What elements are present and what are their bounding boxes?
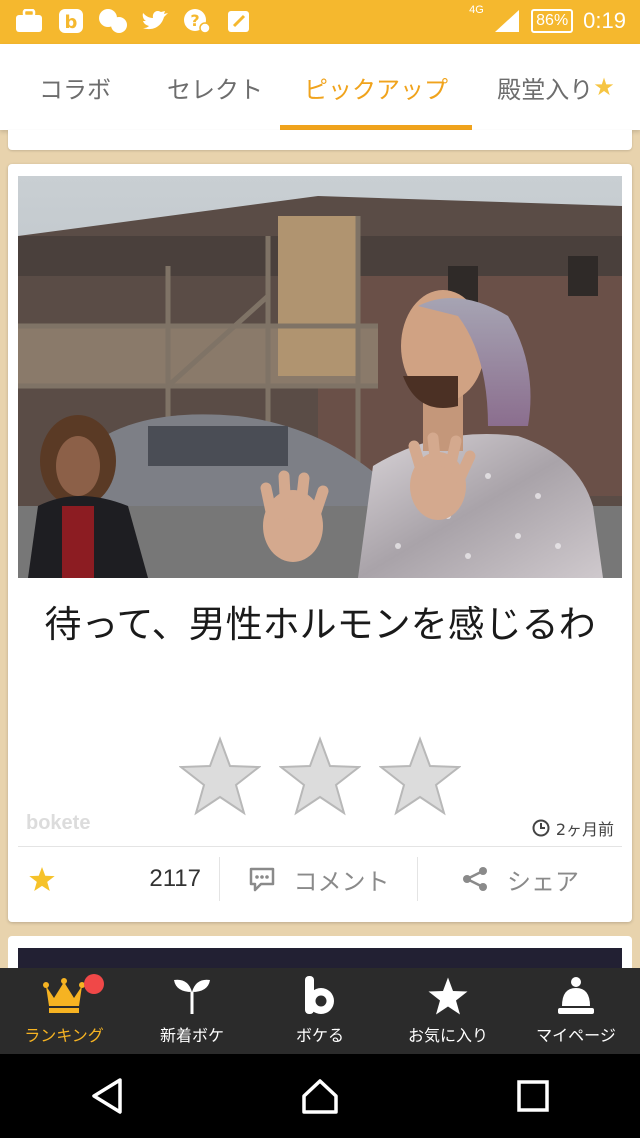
bokete-notification-icon: b — [56, 8, 86, 34]
status-right: 4G 86% 0:19 — [469, 4, 626, 34]
nav-label: ボケる — [295, 1026, 344, 1045]
clock: 0:19 — [583, 8, 626, 33]
rate-star-1-icon[interactable] — [179, 736, 261, 816]
chat-notification-icon — [98, 8, 128, 34]
category-tabs: コラボ セレクト ピックアップ 殿堂入り ★ — [0, 44, 640, 130]
nav-new-bokes[interactable]: 新着ボケ — [128, 968, 256, 1054]
post-time: 2ヶ月前 — [532, 816, 614, 840]
recent-apps-icon — [517, 1080, 550, 1112]
network-type: 4G — [469, 4, 484, 16]
rating-stars — [8, 736, 632, 816]
tab-collabo[interactable]: コラボ — [0, 44, 150, 130]
share-icon — [463, 867, 487, 891]
post-caption: 待って、男性ホルモンを感じるわ — [44, 603, 596, 646]
previous-post-card[interactable] — [8, 130, 632, 150]
back-button[interactable] — [77, 1066, 137, 1126]
svg-text:?: ? — [190, 11, 199, 30]
post-card: 待って、男性ホルモンを感じるわ bokete 2ヶ月前 2117 コメント シェ… — [8, 164, 632, 922]
nav-label: 新着ボケ — [159, 1026, 224, 1045]
crown-icon — [43, 976, 85, 1016]
clock-icon — [532, 819, 550, 837]
tab-label: セレクト — [167, 75, 263, 104]
rate-star-3-icon[interactable] — [379, 736, 461, 816]
nav-label: ランキング — [24, 1026, 104, 1045]
time-ago-label: 2ヶ月前 — [555, 820, 614, 839]
notification-icons: b ? — [14, 8, 254, 34]
signal-icon: 4G — [469, 4, 521, 34]
back-triangle-icon — [91, 1078, 122, 1114]
system-navigation — [0, 1054, 640, 1138]
favorite-star-icon — [29, 866, 55, 892]
bell-icon — [558, 976, 594, 1016]
comment-label: コメント — [293, 867, 390, 896]
divider — [18, 846, 622, 847]
rate-star-2-icon[interactable] — [279, 736, 361, 816]
question-notification-icon: ? — [182, 8, 212, 34]
nav-favorites[interactable]: お気に入り — [384, 968, 512, 1054]
tab-select[interactable]: セレクト — [150, 44, 280, 130]
favorite-button[interactable]: 2117 — [18, 857, 220, 901]
share-button[interactable]: シェア — [418, 857, 622, 901]
share-label: シェア — [507, 867, 579, 896]
tab-pickup[interactable]: ピックアップ — [280, 44, 472, 130]
post-actions: 2117 コメント シェア — [18, 848, 622, 910]
tab-hall-of-fame[interactable]: 殿堂入り ★ — [472, 44, 640, 130]
favorite-count: 2117 — [149, 865, 201, 892]
home-icon — [302, 1079, 338, 1114]
post-photo[interactable] — [18, 176, 622, 578]
tab-label: コラボ — [39, 75, 111, 104]
twitter-notification-icon — [140, 8, 170, 34]
nav-label: お気に入り — [407, 1026, 488, 1045]
bokete-watermark-logo: bokete — [26, 812, 91, 834]
home-button[interactable] — [290, 1066, 350, 1126]
nav-label: マイページ — [536, 1026, 616, 1045]
nav-ranking[interactable]: ランキング — [0, 968, 128, 1054]
comment-icon — [249, 867, 274, 892]
tab-label: ピックアップ — [304, 75, 448, 104]
status-bar: b ? 4G 86% 0:19 — [0, 0, 640, 44]
comment-button[interactable]: コメント — [220, 857, 418, 901]
briefcase-notification-icon — [14, 8, 44, 34]
recent-apps-button[interactable] — [503, 1066, 563, 1126]
battery-indicator: 86% — [531, 9, 574, 33]
notification-badge — [84, 974, 104, 994]
bokete-b-icon — [303, 976, 337, 1016]
svg-text:b: b — [65, 12, 78, 33]
bottom-navigation: ランキング 新着ボケ ボケる お気に入り マイページ — [0, 968, 640, 1054]
nav-boke[interactable]: ボケる — [256, 968, 384, 1054]
sprout-icon — [172, 976, 212, 1016]
tab-label: 殿堂入り — [497, 75, 594, 104]
edit-notification-icon — [224, 8, 254, 34]
star-icon — [427, 976, 469, 1016]
nav-my-page[interactable]: マイページ — [512, 968, 640, 1054]
star-icon: ★ — [593, 73, 615, 101]
